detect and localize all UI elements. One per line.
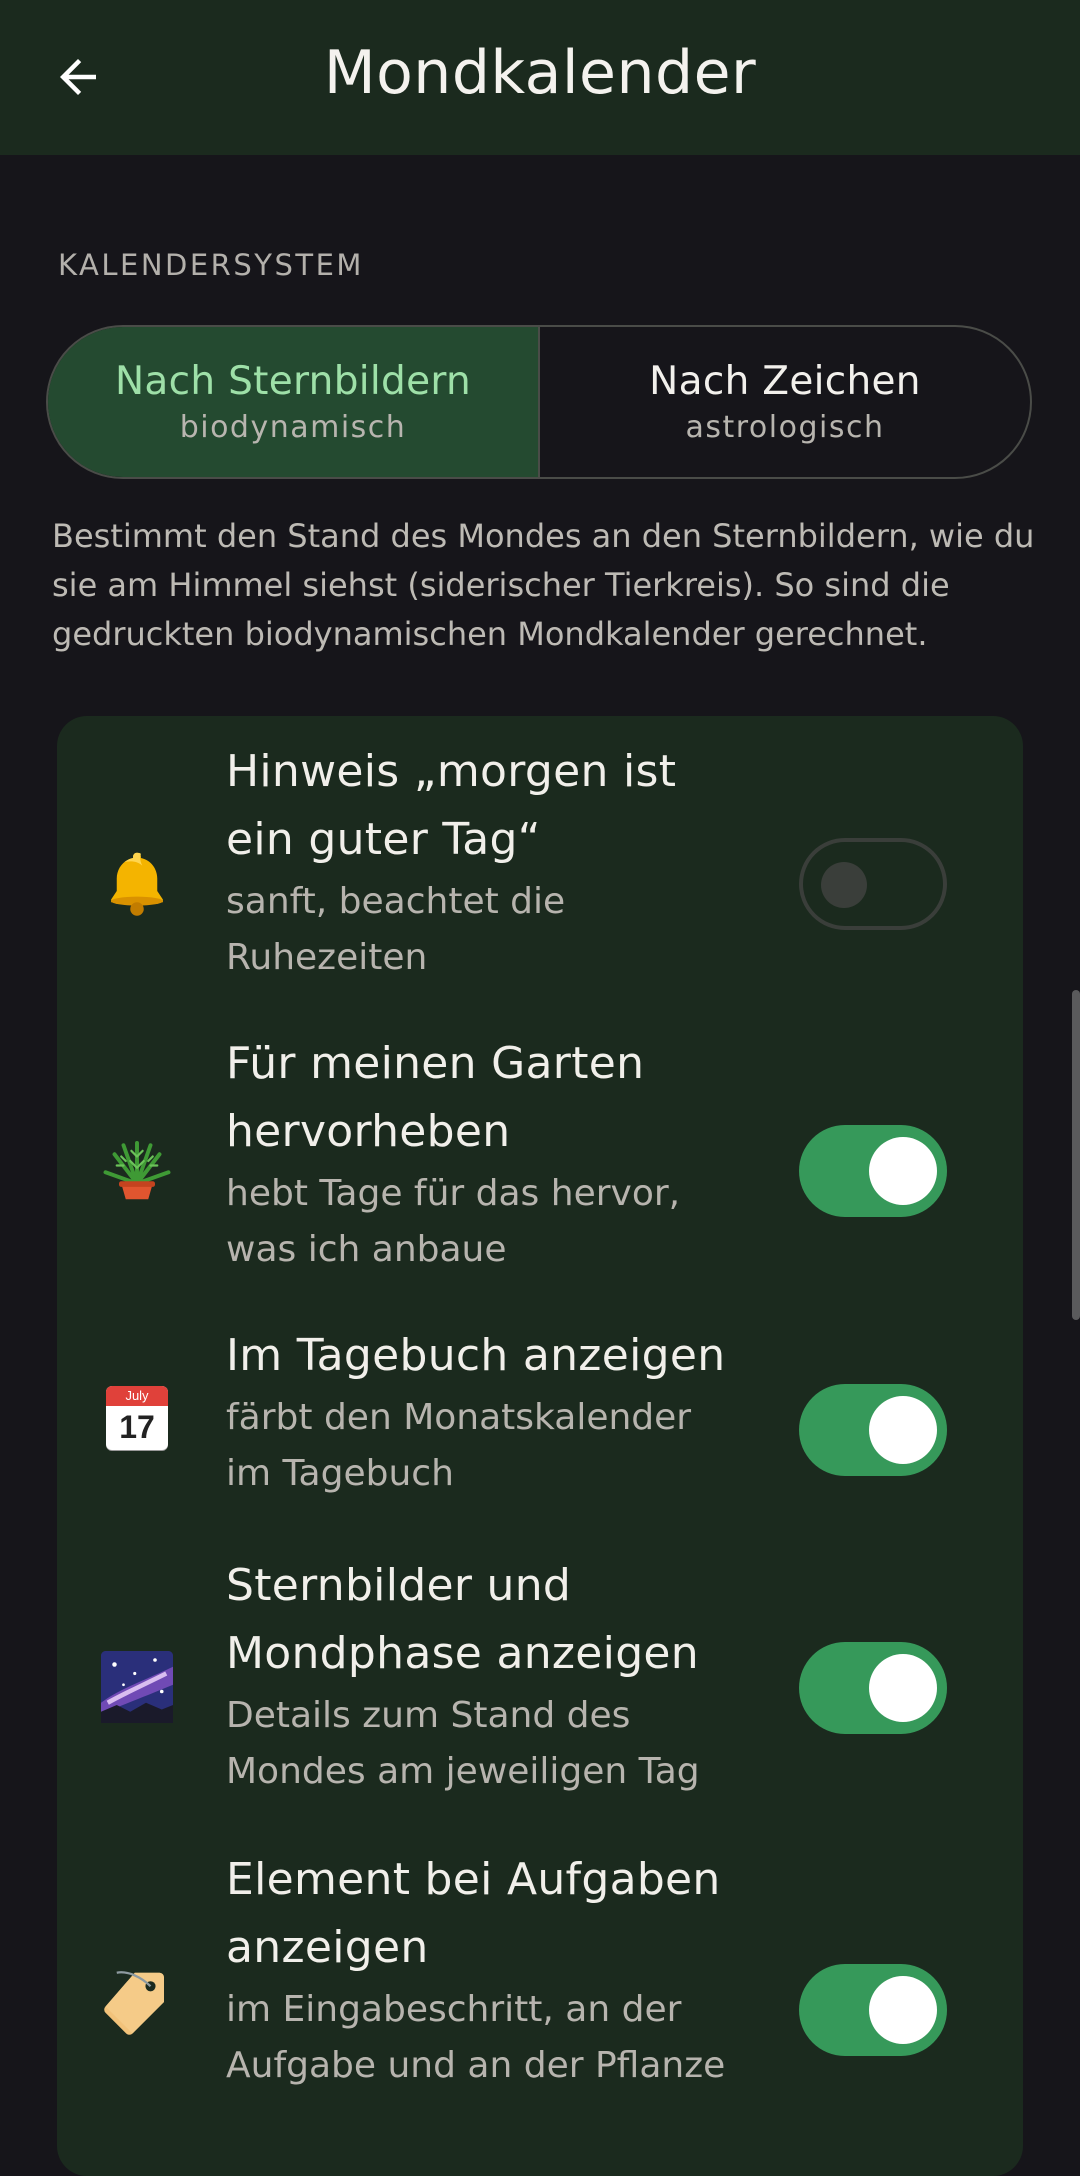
calendar-icon-day: 17 xyxy=(119,1409,155,1445)
setting-row-diary: July 17 Im Tagebuch anzeigen färbt den M… xyxy=(57,1322,1023,1528)
calendar-system-description: Bestimmt den Stand des Mondes an den Ste… xyxy=(52,517,1035,653)
option-zeichen-button[interactable]: Nach Zeichen astrologisch xyxy=(540,327,1030,477)
setting-row-garden: Für meinen Garten hervorheben hebt Tage … xyxy=(57,1030,1023,1306)
setting-row-element: Element bei Aufgaben anzeigen im Eingabe… xyxy=(57,1846,1023,2146)
setting-title: Element bei Aufgaben anzeigen xyxy=(226,1854,721,1973)
toggle-knob xyxy=(869,1137,937,1205)
setting-subtitle: im Eingabeschritt, an der Aufgabe und an… xyxy=(226,1989,726,2086)
setting-title: Sternbilder und Mondphase anzeigen xyxy=(226,1560,699,1679)
option-sternbilder-button[interactable]: Nach Sternbildern biodynamisch xyxy=(48,327,540,477)
setting-title: Im Tagebuch anzeigen xyxy=(226,1330,726,1381)
milky-way-icon xyxy=(97,1647,177,1727)
toggle-knob xyxy=(869,1396,937,1464)
setting-subtitle: sanft, beachtet die Ruhezeiten xyxy=(226,881,566,978)
scrollbar-thumb[interactable] xyxy=(1072,990,1080,1320)
setting-row-constellations: Sternbilder und Mondphase anzeigen Detai… xyxy=(57,1552,1023,1828)
garden-highlight-toggle[interactable] xyxy=(799,1125,947,1217)
option-subtitle: biodynamisch xyxy=(179,410,407,445)
element-display-toggle[interactable] xyxy=(799,1964,947,2056)
setting-text: Hinweis „morgen ist ein guter Tag“ sanft… xyxy=(226,738,746,986)
bell-icon xyxy=(97,842,177,922)
calendar-icon-graphic: July 17 xyxy=(106,1386,168,1450)
setting-subtitle: Details zum Stand des Mondes am jeweilig… xyxy=(226,1695,700,1792)
toggle-knob xyxy=(869,1654,937,1722)
option-title: Nach Zeichen xyxy=(649,359,921,404)
app-bar: Mondkalender xyxy=(0,0,1080,155)
section-label-calendar-system: KALENDERSYSTEM xyxy=(58,248,364,282)
constellations-toggle[interactable] xyxy=(799,1642,947,1734)
setting-text: Im Tagebuch anzeigen färbt den Monatskal… xyxy=(226,1322,746,1502)
toggle-knob xyxy=(821,862,867,908)
settings-card: Hinweis „morgen ist ein guter Tag“ sanft… xyxy=(57,716,1023,2176)
setting-text: Element bei Aufgaben anzeigen im Eingabe… xyxy=(226,1846,746,2094)
option-title: Nach Sternbildern xyxy=(114,359,472,404)
setting-text: Sternbilder und Mondphase anzeigen Detai… xyxy=(226,1552,746,1800)
toggle-knob xyxy=(869,1976,937,2044)
setting-subtitle: hebt Tage für das hervor, was ich anbaue xyxy=(226,1173,681,1270)
diary-display-toggle[interactable] xyxy=(799,1384,947,1476)
page-title: Mondkalender xyxy=(323,38,757,108)
option-subtitle: astrologisch xyxy=(685,410,885,445)
calendar-system-segmented-control: Nach Sternbildern biodynamisch Nach Zeic… xyxy=(46,325,1032,479)
setting-row-reminder: Hinweis „morgen ist ein guter Tag“ sanft… xyxy=(57,738,1023,1014)
potted-plant-icon xyxy=(97,1130,177,1210)
calendar-icon: July 17 xyxy=(97,1378,177,1458)
calendar-icon-month: July xyxy=(106,1386,168,1406)
reminder-toggle[interactable] xyxy=(799,838,947,930)
setting-title: Hinweis „morgen ist ein guter Tag“ xyxy=(226,746,677,865)
setting-title: Für meinen Garten hervorheben xyxy=(226,1038,645,1157)
tag-icon xyxy=(97,1962,177,2042)
setting-text: Für meinen Garten hervorheben hebt Tage … xyxy=(226,1030,746,1278)
setting-subtitle: färbt den Monatskalender im Tagebuch xyxy=(226,1397,692,1494)
